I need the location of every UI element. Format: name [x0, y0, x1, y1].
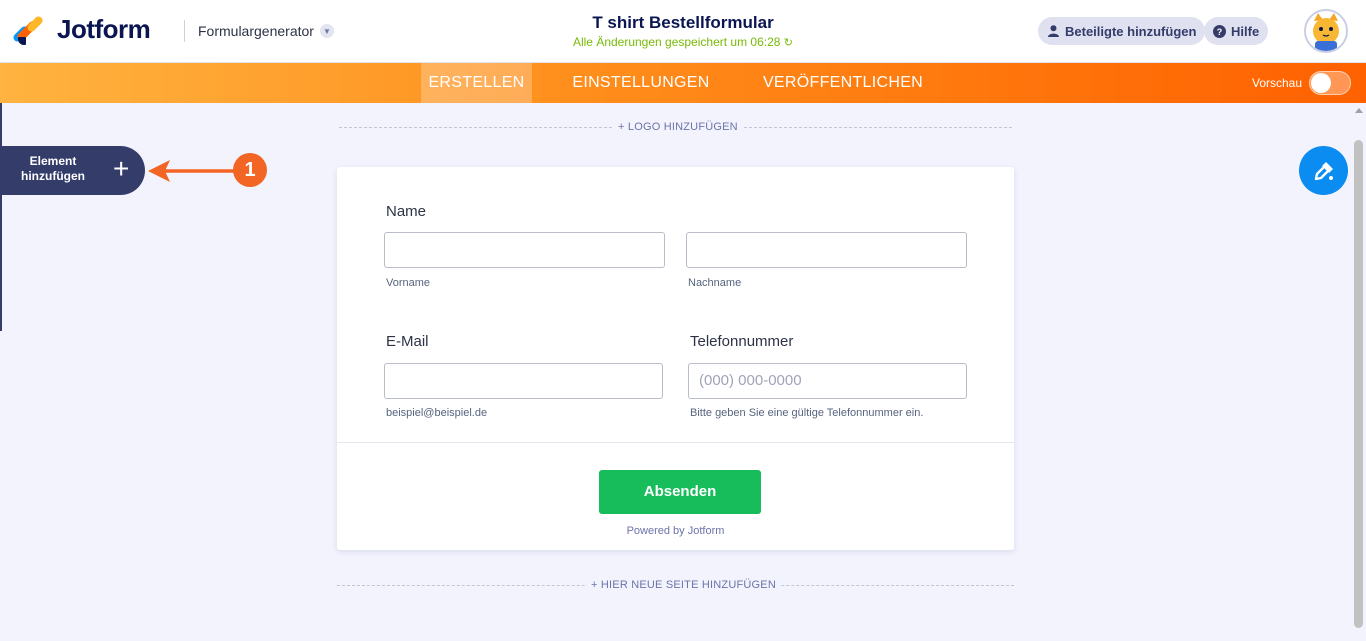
annotation-arrow-icon: [148, 160, 236, 182]
chevron-down-icon: ▼: [319, 24, 334, 38]
help-button[interactable]: ? Hilfe: [1204, 17, 1269, 45]
preview-toggle[interactable]: [1309, 71, 1351, 95]
form-generator-label: Formulargenerator: [198, 23, 314, 39]
scrollbar-thumb[interactable]: [1354, 140, 1363, 628]
name-label: Name: [386, 203, 427, 220]
email-label: E-Mail: [386, 333, 429, 350]
annotation-badge: 1: [233, 153, 267, 187]
email-input[interactable]: [384, 363, 663, 399]
form-title[interactable]: T shirt Bestellformular: [483, 13, 883, 33]
add-page-link[interactable]: + HIER NEUE SEITE HINZUFÜGEN: [587, 579, 780, 591]
save-status-text: Alle Änderungen gespeichert um 06:28: [572, 35, 781, 49]
scroll-up-icon[interactable]: [1355, 108, 1363, 113]
last-name-input[interactable]: [686, 232, 967, 268]
powered-by-text: Powered by Jotform: [626, 525, 725, 537]
tab-einstellungen[interactable]: EINSTELLUNGEN: [548, 63, 734, 103]
email-sublabel: beispiel@beispiel.de: [386, 407, 488, 419]
tab-veroeffentlichen[interactable]: VERÖFFENTLICHEN: [752, 63, 934, 103]
save-status: Alle Änderungen gespeichert um 06:28 ↻: [483, 35, 883, 49]
logo-text: Jotform: [57, 14, 151, 44]
form-generator-dropdown[interactable]: Formulargenerator ▼: [198, 23, 334, 39]
form-title-area: T shirt Bestellformular Alle Änderungen …: [483, 13, 883, 49]
form-designer-button[interactable]: [1299, 146, 1348, 195]
jotform-logo-icon: [11, 14, 45, 45]
avatar-cat-icon: [1306, 11, 1346, 51]
last-name-sublabel: Nachname: [688, 277, 742, 289]
phone-placeholder: (000) 000-0000: [699, 372, 802, 389]
add-participants-label: Beteiligte hinzufügen: [1065, 23, 1197, 39]
left-edge-bar: [0, 103, 2, 331]
phone-label: Telefonnummer: [690, 333, 794, 350]
top-header: Jotform Formulargenerator ▼ T shirt Best…: [0, 0, 1366, 63]
help-icon: ?: [1213, 24, 1226, 38]
first-name-sublabel: Vorname: [386, 277, 431, 289]
user-avatar[interactable]: [1304, 9, 1348, 53]
card-divider: [337, 442, 1014, 443]
help-label: Hilfe: [1231, 23, 1260, 39]
builder-nav: ERSTELLEN EINSTELLUNGEN VERÖFFENTLICHEN …: [0, 63, 1366, 103]
add-element-button[interactable]: Element hinzufügen +: [0, 146, 145, 195]
toggle-knob: [1311, 73, 1331, 93]
submit-button[interactable]: Absenden: [599, 470, 761, 514]
refresh-icon: ↻: [783, 37, 794, 49]
svg-text:?: ?: [1217, 27, 1223, 37]
preview-label: Vorschau: [1252, 76, 1303, 90]
plus-icon: +: [113, 153, 130, 184]
user-icon: [1047, 25, 1060, 38]
add-logo-link[interactable]: + LOGO HINZUFÜGEN: [614, 121, 742, 133]
phone-sublabel: Bitte geben Sie eine gültige Telefonnumm…: [690, 407, 924, 419]
add-element-label: Element hinzufügen: [21, 154, 85, 183]
paint-roller-icon: [1314, 161, 1333, 180]
phone-input[interactable]: (000) 000-0000: [688, 363, 967, 399]
tab-erstellen[interactable]: ERSTELLEN: [421, 63, 532, 103]
first-name-input[interactable]: [384, 232, 665, 268]
form-card: Name Vorname Nachname E-Mail beispiel@be…: [337, 167, 1014, 550]
scrollbar[interactable]: [1352, 103, 1366, 641]
jotform-logo[interactable]: Jotform: [11, 14, 151, 45]
header-divider: [184, 20, 185, 42]
add-participants-button[interactable]: Beteiligte hinzufügen: [1038, 17, 1206, 45]
